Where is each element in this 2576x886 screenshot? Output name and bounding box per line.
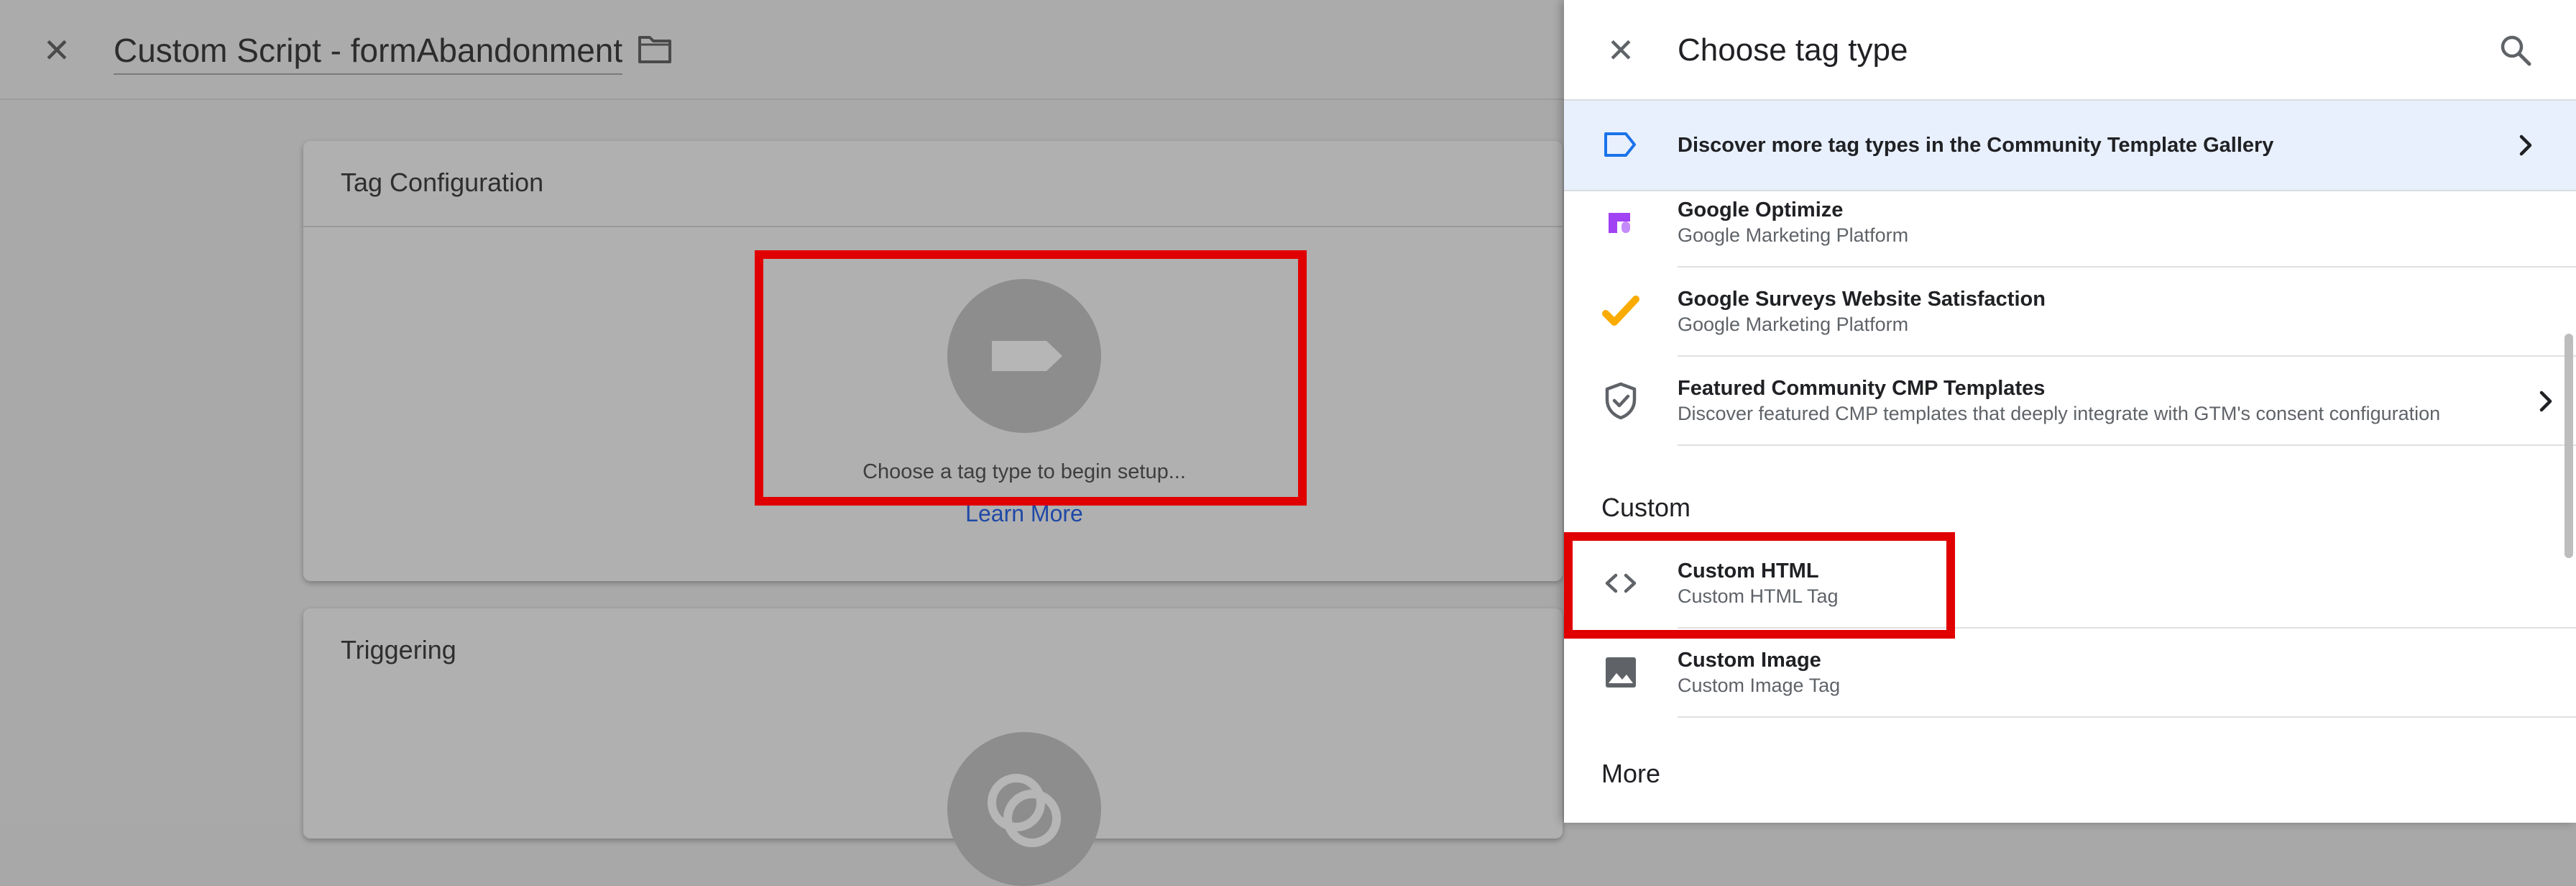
triggering-title: Triggering — [341, 635, 456, 664]
tag-type-featured-cmp-templates[interactable]: Featured Community CMP Templates Discove… — [1564, 357, 2576, 446]
highlight-box-custom-html — [1564, 532, 1955, 639]
row-divider — [1678, 444, 2576, 446]
folder-icon[interactable] — [637, 35, 673, 65]
featured-cmp-subtitle: Discover featured CMP templates that dee… — [1678, 403, 2441, 424]
scrollbar-thumb[interactable] — [2564, 334, 2573, 558]
image-icon — [1606, 657, 1636, 688]
more-section-header: More — [1601, 759, 1661, 788]
tag-configuration-title: Tag Configuration — [341, 168, 544, 197]
tag-outline-icon — [1604, 132, 1636, 157]
chevron-right-icon — [2519, 134, 2532, 156]
google-surveys-subtitle: Google Marketing Platform — [1678, 314, 1909, 335]
tag-type-google-surveys[interactable]: Google Surveys Website Satisfaction Goog… — [1564, 268, 2576, 357]
google-optimize-title: Google Optimize — [1678, 198, 1844, 221]
shield-check-icon — [1605, 382, 1637, 420]
editor-header: ✕ Custom Script - formAbandonment — [0, 0, 1564, 100]
panel-title: Choose tag type — [1678, 32, 1908, 68]
community-gallery-text: Discover more tag types in the Community… — [1678, 134, 2274, 157]
google-surveys-icon — [1602, 296, 1639, 326]
tag-configuration-header: Tag Configuration — [303, 141, 1563, 227]
highlight-box-tag-type — [755, 250, 1307, 506]
tag-type-custom-image[interactable]: Custom Image Custom Image Tag — [1564, 629, 2576, 718]
panel-scrollbar[interactable] — [2560, 187, 2576, 823]
custom-image-title: Custom Image — [1678, 649, 1821, 672]
trigger-placeholder-button[interactable] — [947, 732, 1101, 886]
chevron-right-icon — [2539, 391, 2552, 412]
close-icon[interactable]: ✕ — [37, 33, 76, 68]
triggering-card: Triggering — [303, 608, 1563, 886]
tag-name-field[interactable]: Custom Script - formAbandonment — [114, 27, 623, 75]
choose-tag-type-panel: ✕ Choose tag type Discover more tag type… — [1564, 0, 2576, 823]
trigger-icon — [988, 774, 1061, 847]
tag-editor: ✕ Custom Script - formAbandonment Tag Co… — [0, 0, 1564, 886]
google-optimize-subtitle: Google Marketing Platform — [1678, 224, 1909, 246]
custom-image-subtitle: Custom Image Tag — [1678, 675, 1841, 696]
close-icon[interactable]: ✕ — [1601, 32, 1640, 69]
google-optimize-icon — [1609, 213, 1630, 233]
triggering-header: Triggering — [303, 608, 1563, 693]
row-divider — [1678, 716, 2576, 718]
community-gallery-banner[interactable]: Discover more tag types in the Community… — [1564, 99, 2576, 191]
tag-type-google-optimize[interactable]: Google Optimize Google Marketing Platfor… — [1564, 178, 2576, 268]
custom-section-header: Custom — [1601, 493, 1691, 522]
featured-cmp-title: Featured Community CMP Templates — [1678, 377, 2046, 400]
google-surveys-title: Google Surveys Website Satisfaction — [1678, 288, 2046, 311]
search-icon[interactable] — [2497, 32, 2534, 69]
